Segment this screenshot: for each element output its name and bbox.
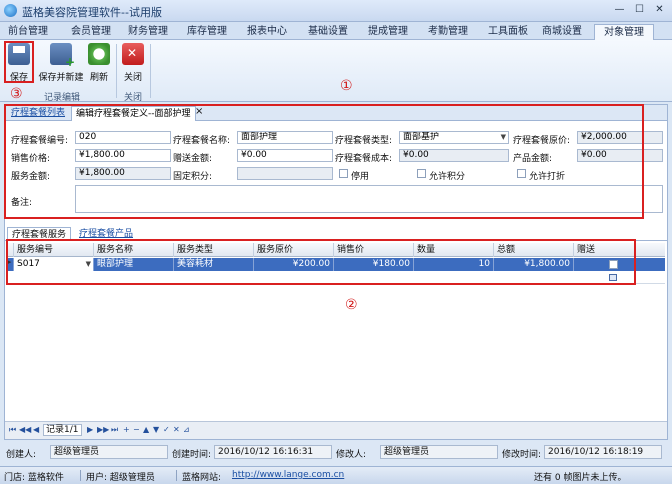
status-bar: 门店: 蓝格软件 用户: 超级管理员 蓝格网站: http://www.lang… [0,466,672,484]
nav-cancel-icon[interactable]: ✕ [173,425,180,434]
status-divider [80,470,81,481]
nav-next-icon[interactable]: ▶ [87,425,93,434]
main-menu-tabs: 前台管理 会员管理 财务管理 库存管理 报表中心 基础设置 提成管理 考勤管理 … [0,22,672,40]
record-counter: 记录1/1 [43,424,82,436]
annotation-one: ① [340,78,353,94]
website-link[interactable]: http://www.lange.com.cn [232,470,344,480]
minimize-icon[interactable]: — [612,3,627,17]
tab-mall-settings[interactable]: 商城设置 [534,24,590,40]
nav-last-icon[interactable]: ⏭ [111,425,118,435]
tab-inventory[interactable]: 库存管理 [180,24,234,40]
close-label: 关闭 [123,73,142,83]
annotation-box-grid [6,239,636,285]
refresh-icon [88,43,110,65]
annotation-box-save [4,41,34,83]
save-new-icon [50,43,75,69]
status-user: 用户: 超级管理员 [86,473,155,483]
status-site-label: 蓝格网站: [182,473,222,483]
record-info-bar: 创建人: 超级管理员 创建时间: 2016/10/12 16:16:31 修改人… [0,441,672,465]
maximize-icon[interactable]: ☐ [632,3,647,17]
tab-object-management[interactable]: 对象管理 [594,24,654,40]
nav-first-icon[interactable]: ⏮ [9,425,16,435]
save-and-new-button[interactable]: 保存并新建 [38,43,84,83]
annotation-box-form [4,104,644,219]
nav-filter-icon[interactable]: ⊿ [183,425,190,434]
app-logo-icon [4,4,17,17]
nav-up-icon[interactable]: ▲ [143,425,149,434]
nav-remove-icon[interactable]: − [133,425,140,434]
group-close-label: 关闭 [124,93,143,103]
tab-commission[interactable]: 提成管理 [360,24,416,40]
tab-finance[interactable]: 财务管理 [122,24,174,40]
creator-field: 超级管理员 [50,445,168,459]
annotation-three: ③ [10,86,23,102]
annotation-two: ② [345,297,358,313]
status-divider [176,470,177,481]
tab-attendance[interactable]: 考勤管理 [420,24,476,40]
tab-basic-settings[interactable]: 基础设置 [300,24,356,40]
nav-apply-icon[interactable]: ✓ [163,425,170,434]
nav-down-icon[interactable]: ▼ [153,425,159,434]
close-button[interactable]: 关闭 [120,43,146,83]
close-window-icon[interactable]: ✕ [652,3,667,17]
created-time-label: 创建时间: [172,450,212,460]
tab-front-desk[interactable]: 前台管理 [6,24,50,40]
window-title: 蓝格美容院管理软件--试用版 [22,6,162,19]
modified-time-field: 2016/10/12 16:18:19 [544,445,662,459]
created-time-field: 2016/10/12 16:16:31 [214,445,332,459]
tab-tools[interactable]: 工具面板 [480,24,536,40]
refresh-label: 刷新 [89,73,108,83]
nav-prev-icon[interactable]: ◀ [33,425,39,434]
status-upload-info: 还有 0 帧图片未上传。 [534,473,627,483]
status-store: 门店: 蓝格软件 [4,473,64,483]
nav-prev-page-icon[interactable]: ◀◀ [19,425,31,434]
modifier-label: 修改人: [336,450,367,460]
ribbon-group-divider [116,44,117,98]
tab-reports[interactable]: 报表中心 [240,24,294,40]
group-record-edit-label: 记录编辑 [44,93,81,103]
tab-members[interactable]: 会员管理 [66,24,116,40]
title-bar: 蓝格美容院管理软件--试用版 — ☐ ✕ [0,0,672,22]
creator-label: 创建人: [6,450,37,460]
save-new-label: 保存并新建 [38,73,84,83]
close-icon [122,43,144,65]
ribbon-group-divider [150,44,151,98]
nav-next-page-icon[interactable]: ▶▶ [97,425,109,434]
record-navigator: ⏮ ◀◀ ◀ 记录1/1 ▶ ▶▶ ⏭ + − ▲ ▼ ✓ ✕ ⊿ [5,421,667,439]
ribbon: 保存 保存并新建 刷新 关闭 记录编辑 关闭 [0,40,672,103]
modifier-field: 超级管理员 [380,445,498,459]
nav-add-icon[interactable]: + [123,425,130,434]
modified-time-label: 修改时间: [502,450,542,460]
refresh-button[interactable]: 刷新 [86,43,112,83]
